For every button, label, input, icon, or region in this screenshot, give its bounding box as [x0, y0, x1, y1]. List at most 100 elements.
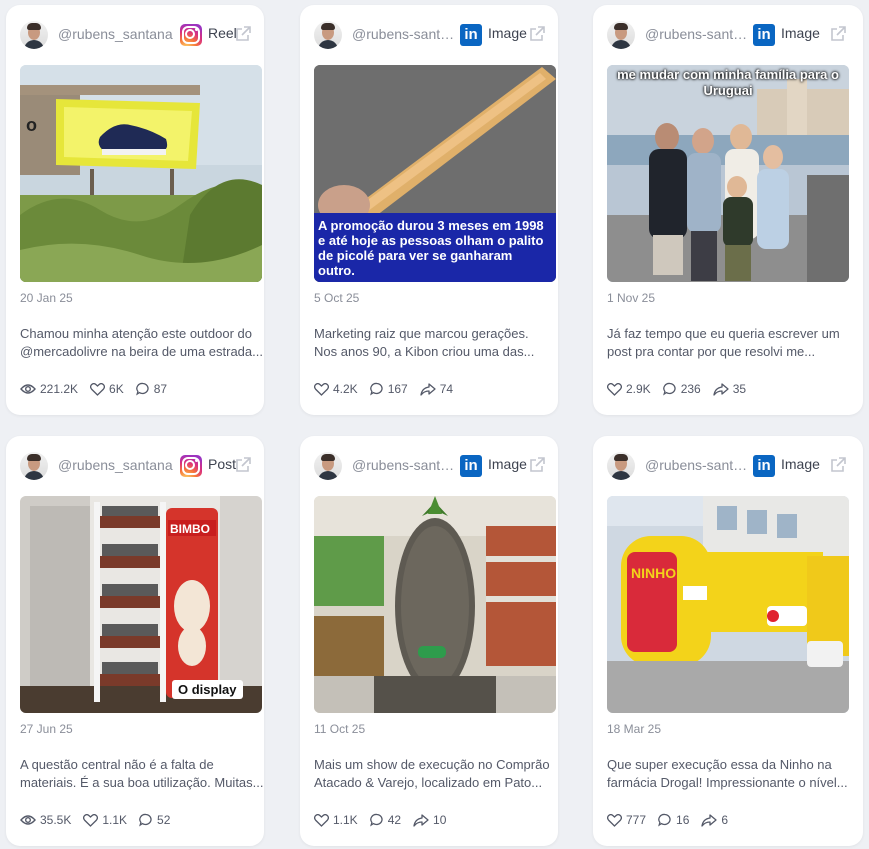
author-handle[interactable]: @rubens-santana: [352, 26, 456, 42]
comments-count: 87: [153, 382, 168, 396]
comments-count: 52: [157, 813, 171, 827]
shares-stat: 10: [413, 813, 446, 827]
post-media[interactable]: BIMBO O display: [20, 496, 262, 713]
external-link-icon[interactable]: [829, 456, 847, 474]
svg-text:BIMBO: BIMBO: [170, 522, 210, 536]
shares-count: 6: [721, 813, 729, 827]
post-stats: 2.9K 236 35: [607, 381, 758, 397]
likes-count: 4.2K: [333, 382, 358, 396]
views-stat: 35.5K: [20, 813, 71, 827]
avatar[interactable]: [607, 452, 635, 480]
card-header: @rubens-santana in Image: [300, 436, 558, 496]
post-description[interactable]: Que super execução essa da Ninho na farm…: [607, 756, 851, 792]
comment-icon: [662, 382, 676, 396]
likes-stat: 1.1K: [83, 813, 127, 827]
post-stats: 777 16 6: [607, 812, 740, 828]
author-handle[interactable]: @rubens-santana: [645, 457, 749, 473]
post-media[interactable]: o: [20, 65, 262, 282]
author-handle[interactable]: @rubens_santana: [58, 26, 176, 42]
post-card[interactable]: @rubens_santana Reel o 20 Jan 25 Chamou …: [6, 5, 264, 415]
post-type-label: Image: [781, 456, 820, 472]
post-media[interactable]: NINHO: [607, 496, 849, 713]
post-stats: 4.2K 167 74: [314, 381, 465, 397]
post-date: 11 Oct 25: [314, 722, 366, 736]
share-icon: [713, 382, 729, 396]
post-description[interactable]: Chamou minha atenção este outdoor do @me…: [20, 325, 264, 361]
description-line: Mais um show de execução no Comprão: [314, 757, 550, 772]
external-link-icon[interactable]: [829, 25, 847, 43]
avatar[interactable]: [20, 452, 48, 480]
post-card[interactable]: @rubens_santana Post BIMBO O display 27 …: [6, 436, 264, 846]
avatar[interactable]: [314, 21, 342, 49]
heart-icon: [607, 382, 622, 396]
shares-count: 10: [433, 813, 447, 827]
post-description[interactable]: Marketing raiz que marcou gerações. Nos …: [314, 325, 558, 361]
comments-stat: 16: [658, 813, 689, 827]
author-handle[interactable]: @rubens-santana: [352, 457, 456, 473]
comments-count: 16: [676, 813, 690, 827]
shares-stat: 6: [701, 813, 728, 827]
post-date: 5 Oct 25: [314, 291, 360, 305]
description-line: Já faz tempo que eu queria escrever um: [607, 326, 840, 341]
eye-icon: [20, 384, 36, 394]
card-header: @rubens-santana in Image: [593, 436, 863, 496]
shares-stat: 35: [713, 382, 746, 396]
eye-icon: [20, 815, 36, 825]
post-description[interactable]: Mais um show de execução no Comprão Atac…: [314, 756, 558, 792]
card-header: @rubens-santana in Image: [593, 5, 863, 65]
post-media[interactable]: A promoção durou 3 meses em 1998 e até h…: [314, 65, 556, 282]
post-type-label: Image: [781, 25, 820, 41]
description-line: post pra contar por que resolvi me...: [607, 344, 816, 359]
heart-icon: [314, 382, 329, 396]
avatar[interactable]: [20, 21, 48, 49]
views-stat: 221.2K: [20, 382, 78, 396]
comments-stat: 167: [369, 382, 408, 396]
comment-icon: [135, 382, 149, 396]
author-handle[interactable]: @rubens_santana: [58, 457, 176, 473]
description-line: Marketing raiz que marcou gerações.: [314, 326, 529, 341]
comments-stat: 52: [139, 813, 170, 827]
post-description[interactable]: A questão central não é a falta de mater…: [20, 756, 264, 792]
post-stats: 221.2K 6K 87: [20, 381, 179, 397]
linkedin-icon: in: [460, 455, 482, 477]
likes-count: 2.9K: [626, 382, 651, 396]
svg-text:NINHO: NINHO: [631, 565, 676, 581]
image-caption: A promoção durou 3 meses em 1998 e até h…: [314, 213, 556, 282]
likes-stat: 4.2K: [314, 382, 358, 396]
card-header: @rubens-santana in Image: [300, 5, 558, 65]
heart-icon: [90, 382, 106, 396]
comment-icon: [369, 813, 383, 827]
description-line: @mercadolivre na beira de uma estrada...: [20, 344, 263, 359]
description-line: farmácia Drogal! Impressionante o nível.…: [607, 775, 848, 790]
post-type-label: Image: [488, 25, 527, 41]
avatar[interactable]: [607, 21, 635, 49]
post-card[interactable]: @rubens-santana in Image 11 Oct 25 Mais …: [300, 436, 558, 846]
post-type-label: Image: [488, 456, 527, 472]
external-link-icon[interactable]: [528, 25, 546, 43]
external-link-icon[interactable]: [234, 25, 252, 43]
linkedin-icon: in: [753, 455, 775, 477]
post-media[interactable]: me mudar com minha família para o Urugua…: [607, 65, 849, 282]
comments-stat: 236: [662, 382, 701, 396]
heart-icon: [314, 813, 329, 827]
post-description[interactable]: Já faz tempo que eu queria escrever um p…: [607, 325, 851, 361]
post-card[interactable]: @rubens-santana in Image A promoção duro…: [300, 5, 558, 415]
external-link-icon[interactable]: [528, 456, 546, 474]
comments-count: 167: [387, 382, 408, 396]
author-handle[interactable]: @rubens-santana: [645, 26, 749, 42]
heart-icon: [83, 813, 99, 827]
comments-stat: 87: [135, 382, 168, 396]
post-date: 20 Jan 25: [20, 291, 73, 305]
post-card[interactable]: @rubens-santana in Image NINHO 18 Mar 25…: [593, 436, 863, 846]
post-media[interactable]: [314, 496, 556, 713]
post-date: 18 Mar 25: [607, 722, 662, 736]
likes-count: 1.1K: [333, 813, 358, 827]
post-card[interactable]: @rubens-santana in Image me mudar com mi…: [593, 5, 863, 415]
card-header: @rubens_santana Post: [6, 436, 264, 496]
description-line: Nos anos 90, a Kibon criou uma das...: [314, 344, 535, 359]
image-caption: O display: [172, 680, 243, 699]
post-stats: 1.1K 42 10: [314, 812, 458, 828]
avatar[interactable]: [314, 452, 342, 480]
likes-count: 777: [626, 813, 647, 827]
external-link-icon[interactable]: [234, 456, 252, 474]
